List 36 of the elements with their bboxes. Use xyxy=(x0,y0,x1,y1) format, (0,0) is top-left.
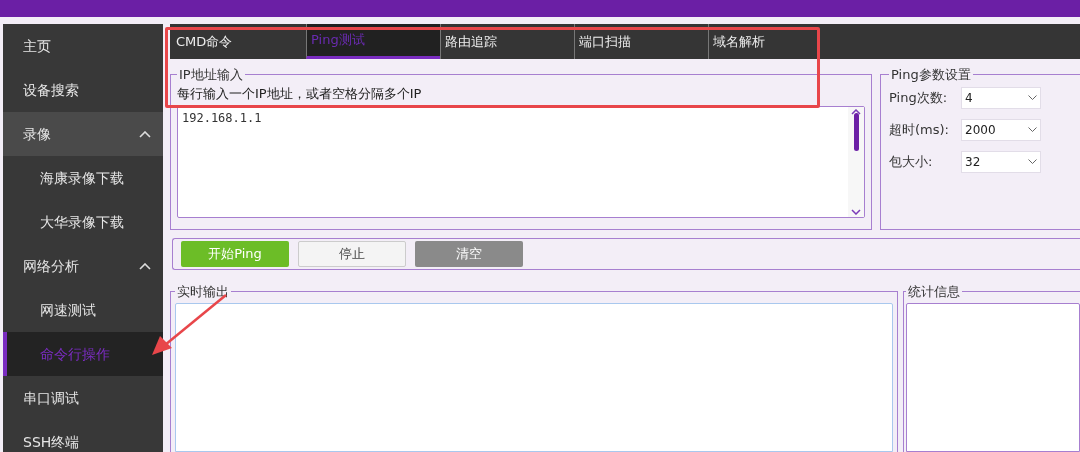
chevron-up-icon xyxy=(139,262,151,270)
chevron-up-icon xyxy=(139,130,151,138)
chevron-down-icon xyxy=(1028,95,1037,100)
sidebar-subitem[interactable]: 网速测试 xyxy=(3,288,163,332)
field-label: 超时(ms): xyxy=(889,120,950,139)
group-title: 统计信息 xyxy=(907,283,961,301)
sidebar-item[interactable]: 设备搜索 xyxy=(3,68,163,112)
sidebar-item[interactable]: 网络分析 xyxy=(3,244,163,288)
sidebar-subitem[interactable]: 海康录像下载 xyxy=(3,156,163,200)
ip-value: 192.168.1.1 xyxy=(181,109,263,127)
dropdown[interactable]: 2000 xyxy=(961,118,1041,141)
group-title: 实时输出 xyxy=(176,283,230,301)
scrollbar[interactable] xyxy=(848,106,864,217)
chevron-down-icon xyxy=(1028,159,1037,164)
sidebar-item[interactable]: 串口调试 xyxy=(3,376,163,420)
scrollbar-thumb[interactable] xyxy=(853,112,859,151)
group-title: Ping参数设置 xyxy=(890,66,972,84)
scroll-down-icon[interactable] xyxy=(851,208,861,215)
tab[interactable]: 端口扫描 xyxy=(574,24,708,59)
tab[interactable]: 路由追踪 xyxy=(440,24,574,59)
dropdown[interactable]: 4 xyxy=(961,86,1041,109)
sidebar-item[interactable]: 录像 xyxy=(3,112,163,156)
chevron-down-icon xyxy=(1028,127,1037,132)
dropdown[interactable]: 32 xyxy=(961,150,1041,173)
action-button[interactable]: 停止 xyxy=(298,241,406,267)
tab[interactable]: CMD命令 xyxy=(172,24,306,59)
sidebar-subitem[interactable]: 大华录像下载 xyxy=(3,200,163,244)
sidebar-item[interactable]: SSH终端 xyxy=(3,420,163,452)
field-label: 包大小: xyxy=(889,152,934,171)
scroll-up-icon[interactable] xyxy=(851,108,861,115)
group-title: IP地址输入 xyxy=(178,66,244,84)
field-label: Ping次数: xyxy=(889,88,949,107)
sidebar-item[interactable]: 主页 xyxy=(3,24,163,68)
tab[interactable]: 域名解析 xyxy=(708,24,842,59)
hint-text: 每行输入一个IP地址，或者空格分隔多个IP xyxy=(177,84,423,103)
ip-text-area[interactable]: 192.168.1.1 xyxy=(177,105,865,218)
